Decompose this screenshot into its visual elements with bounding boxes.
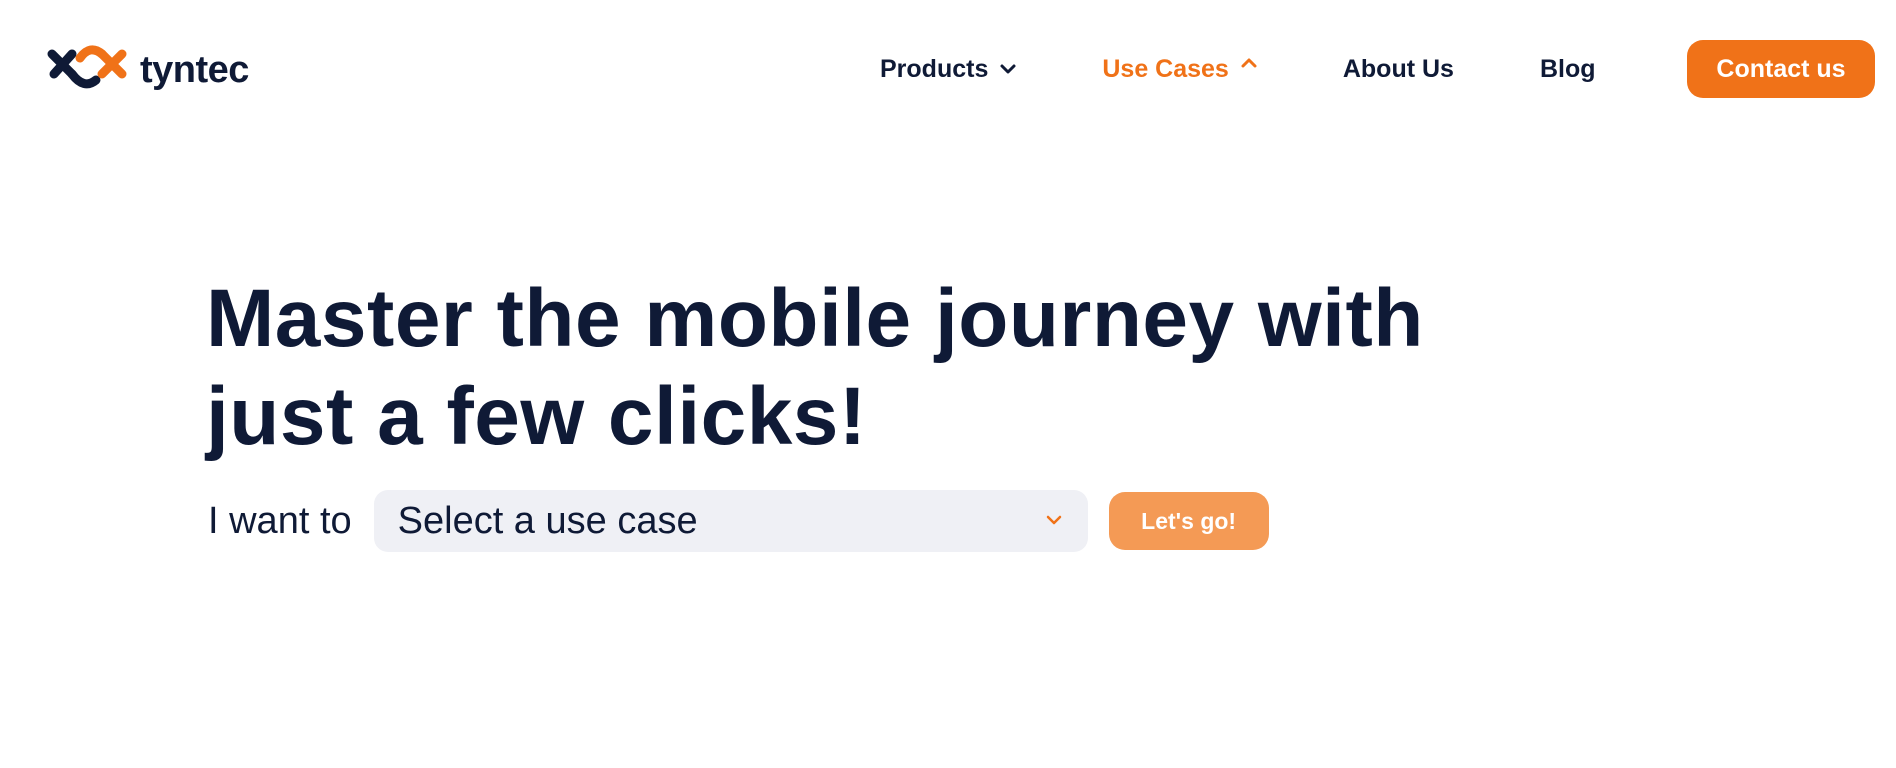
nav-item-about-us[interactable]: About Us bbox=[1343, 55, 1454, 84]
nav-item-label: Blog bbox=[1539, 54, 1596, 83]
nav-item-label: About Us bbox=[1342, 54, 1454, 83]
page: tyntec Products Use Cases About Us Blog bbox=[0, 0, 1896, 768]
main-nav: Products Use Cases About Us Blog bbox=[880, 40, 1596, 98]
chevron-down-icon bbox=[1000, 64, 1016, 74]
nav-item-blog[interactable]: Blog bbox=[1540, 55, 1596, 84]
chevron-down-icon bbox=[1046, 515, 1061, 525]
logo-wordmark: tyntec bbox=[140, 48, 249, 91]
hero-title-line-2: just a few clicks! bbox=[206, 371, 867, 462]
nav-item-label: Products bbox=[880, 54, 989, 83]
nav-item-products[interactable]: Products bbox=[880, 55, 1018, 84]
use-case-form: I want to Select a use case Let's go! bbox=[208, 490, 1269, 552]
use-case-select[interactable]: Select a use case bbox=[373, 490, 1088, 552]
nav-item-use-cases[interactable]: Use Cases bbox=[1102, 55, 1258, 84]
chevron-up-icon bbox=[1241, 58, 1257, 68]
form-label: I want to bbox=[208, 499, 352, 542]
hero-title: Master the mobile journey with just a fe… bbox=[206, 270, 1506, 466]
select-value: Select a use case bbox=[397, 499, 698, 542]
logo-link[interactable]: tyntec bbox=[46, 40, 249, 100]
tyntec-logo-icon bbox=[47, 45, 127, 89]
site-header: tyntec Products Use Cases About Us Blog bbox=[0, 0, 1896, 140]
lets-go-button[interactable]: Let's go! bbox=[1108, 492, 1269, 550]
hero-title-line-1: Master the mobile journey with bbox=[206, 273, 1424, 364]
nav-item-label: Use Cases bbox=[1102, 54, 1229, 83]
contact-us-button[interactable]: Contact us bbox=[1687, 40, 1875, 98]
